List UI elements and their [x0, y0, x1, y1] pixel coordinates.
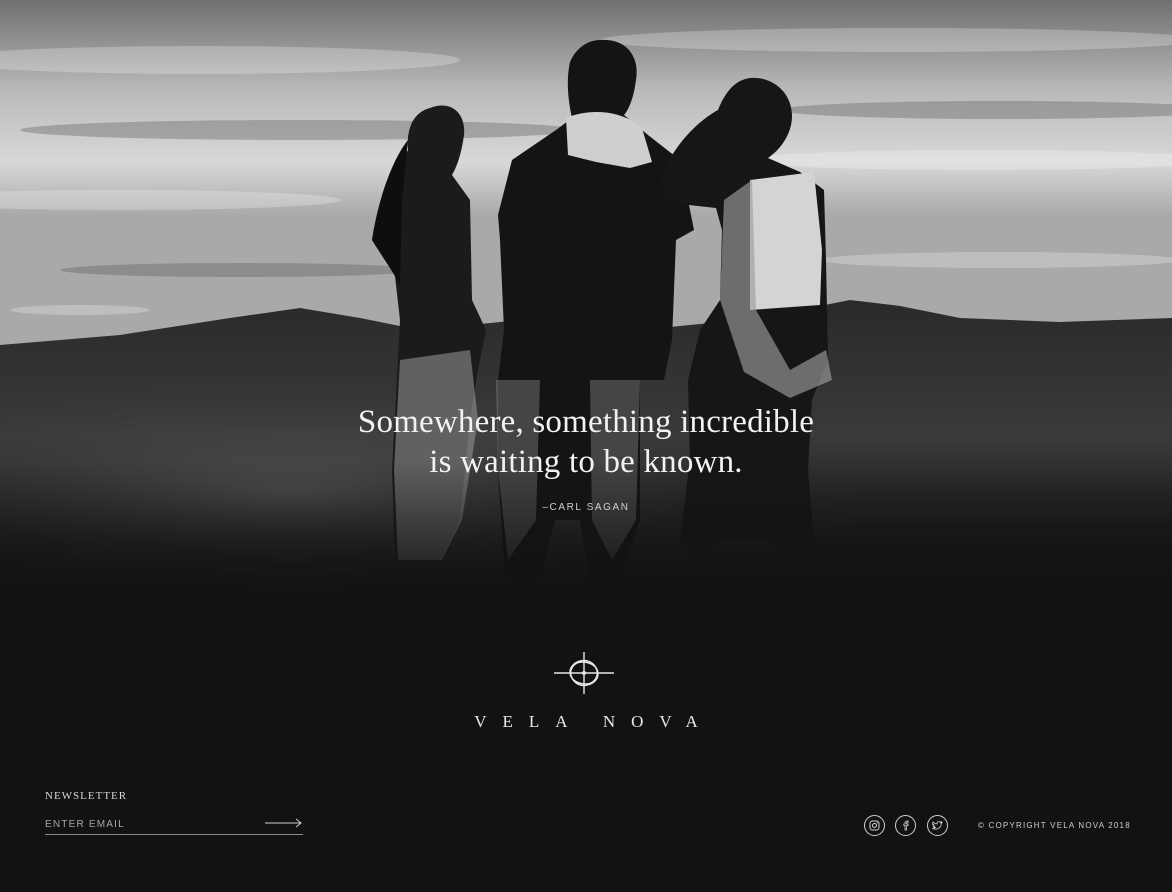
- social-links: [864, 815, 954, 837]
- brand-wordmark: VELA NOVA: [474, 712, 714, 731]
- compass-star-icon: [552, 650, 616, 696]
- hero-quote: Somewhere, something incredible is waiti…: [0, 402, 1172, 513]
- email-input[interactable]: [45, 816, 255, 833]
- quote-line-2: is waiting to be known.: [429, 444, 743, 480]
- quote-attribution: –CARL SAGAN: [542, 502, 630, 513]
- newsletter-label: NEWSLETTER: [45, 790, 128, 802]
- newsletter-form: NEWSLETTER: [45, 790, 303, 835]
- newsletter-row: [45, 814, 303, 835]
- hero-section: Somewhere, something incredible is waiti…: [0, 0, 1172, 600]
- quote-line-1: Somewhere, something incredible: [357, 404, 815, 440]
- arrow-right-icon[interactable]: [265, 816, 303, 828]
- instagram-icon[interactable]: [864, 815, 885, 836]
- copyright-text: © COPYRIGHT VELA NOVA 2018: [978, 821, 1131, 830]
- twitter-icon[interactable]: [926, 815, 948, 836]
- facebook-icon[interactable]: [895, 815, 917, 836]
